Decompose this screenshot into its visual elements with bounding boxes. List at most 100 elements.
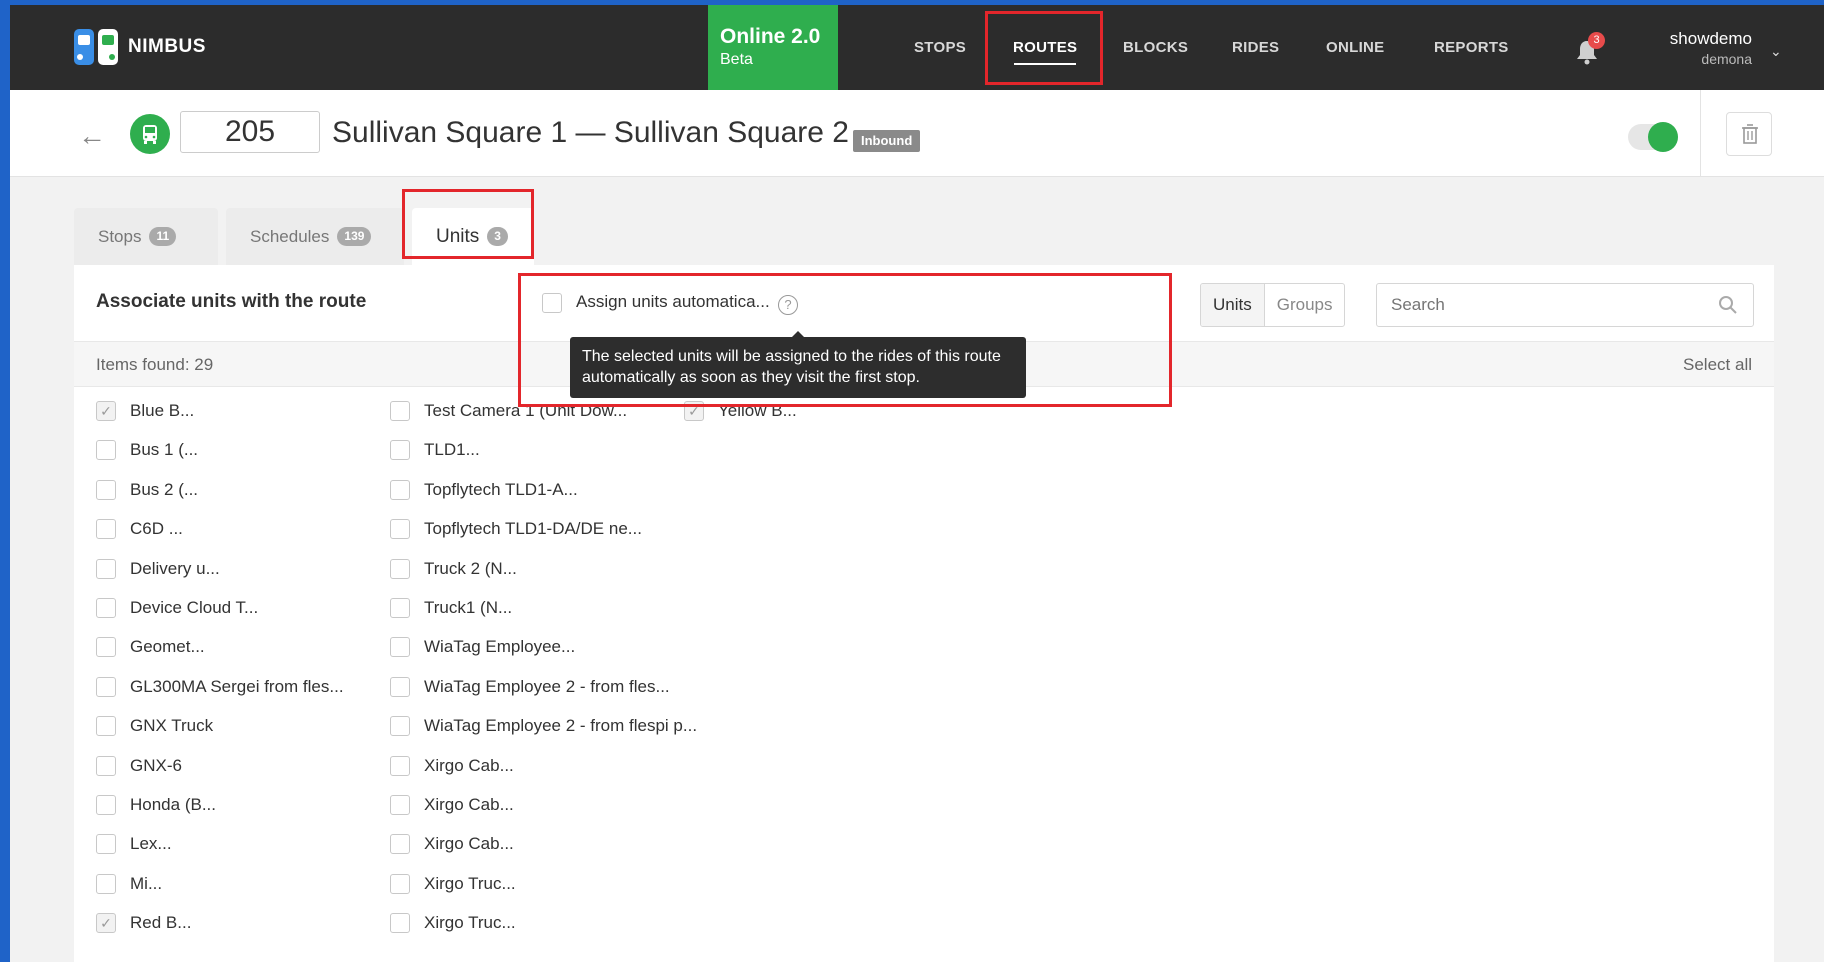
segment-groups[interactable]: Groups	[1265, 284, 1345, 326]
unit-checkbox[interactable]	[390, 716, 410, 737]
app-name: NIMBUS	[128, 36, 206, 57]
unit-checkbox[interactable]	[96, 913, 116, 934]
unit-list-item[interactable]: Mi...	[96, 873, 163, 894]
unit-name: WiaTag Employee 2 - from fles...	[424, 676, 670, 696]
unit-checkbox[interactable]	[390, 755, 410, 776]
bus-icon	[130, 114, 170, 154]
route-header: ← 205 Sullivan Square 1 — Sullivan Squar…	[10, 90, 1824, 177]
user-name: showdemo	[1669, 29, 1752, 48]
app-logo[interactable]: NIMBUS	[72, 23, 206, 71]
segment-units[interactable]: Units	[1201, 284, 1265, 326]
unit-name: Bus 2 (...	[130, 479, 199, 499]
route-number-field[interactable]: 205	[180, 111, 320, 153]
unit-name: Truck1 (N...	[424, 598, 513, 617]
online-subtitle: Beta	[720, 51, 753, 68]
unit-list-item[interactable]: Truck 2 (N...	[390, 558, 517, 579]
unit-list-item[interactable]: Honda (B...	[96, 795, 216, 815]
unit-checkbox[interactable]	[96, 834, 116, 855]
unit-checkbox[interactable]	[96, 637, 116, 658]
unit-list-item[interactable]: GNX-6	[96, 755, 182, 776]
auto-assign-highlight-box	[518, 273, 1172, 407]
header-divider	[1700, 90, 1701, 177]
unit-checkbox[interactable]	[390, 558, 410, 579]
unit-list-item[interactable]: Geomet...	[96, 637, 205, 658]
unit-checkbox[interactable]	[390, 676, 410, 697]
unit-checkbox[interactable]	[96, 676, 116, 697]
toggle-knob	[1648, 122, 1678, 152]
unit-list-item[interactable]: Xirgo Truc...	[390, 913, 516, 934]
nav-reports[interactable]: REPORTS	[1434, 39, 1509, 56]
panel-title: Associate units with the route	[96, 291, 367, 312]
unit-name: Xirgo Truc...	[424, 913, 516, 933]
unit-checkbox[interactable]	[390, 795, 410, 815]
delete-route-button[interactable]	[1726, 112, 1772, 156]
unit-checkbox[interactable]	[390, 873, 410, 894]
unit-list-item[interactable]: TLD1...	[390, 440, 480, 461]
back-arrow-icon[interactable]: ←	[78, 120, 106, 152]
unit-name: Topflytech TLD1-DA/DE ne...	[424, 519, 642, 539]
nav-blocks[interactable]: BLOCKS	[1123, 39, 1188, 56]
tab-stops[interactable]: Stops 11	[74, 208, 218, 265]
unit-checkbox[interactable]	[390, 519, 410, 540]
unit-list-item[interactable]: C6D ...	[96, 519, 183, 540]
unit-name: GL300MA Sergei from fles...	[130, 676, 344, 696]
unit-list-item[interactable]: Topflytech TLD1-DA/DE ne...	[390, 519, 642, 540]
unit-checkbox[interactable]	[390, 479, 410, 500]
unit-checkbox[interactable]	[96, 716, 116, 737]
unit-list-item[interactable]: GNX Truck	[96, 716, 213, 737]
unit-name: Geomet...	[130, 637, 205, 657]
unit-checkbox[interactable]	[96, 598, 116, 618]
nav-rides[interactable]: RIDES	[1232, 39, 1279, 56]
unit-name: Truck 2 (N...	[424, 558, 517, 578]
unit-checkbox[interactable]	[390, 401, 410, 421]
unit-list-item[interactable]: WiaTag Employee...	[390, 637, 576, 658]
unit-list-item[interactable]: Blue B...	[96, 401, 194, 421]
unit-list-item[interactable]: Device Cloud T...	[96, 598, 258, 618]
chevron-down-icon[interactable]: ⌄	[1770, 43, 1782, 60]
unit-list-item[interactable]: Xirgo Cab...	[390, 834, 514, 855]
unit-checkbox[interactable]	[96, 558, 116, 579]
unit-list-item[interactable]: Bus 1 (...	[96, 440, 198, 461]
unit-name: Delivery u...	[130, 558, 220, 578]
unit-checkbox[interactable]	[390, 834, 410, 855]
unit-checkbox[interactable]	[390, 440, 410, 461]
unit-list-item[interactable]: Truck1 (N...	[390, 598, 512, 618]
unit-checkbox[interactable]	[96, 401, 116, 421]
unit-list-item[interactable]: Xirgo Truc...	[390, 873, 516, 894]
unit-checkbox[interactable]	[96, 795, 116, 815]
unit-checkbox[interactable]	[96, 873, 116, 894]
unit-name: WiaTag Employee 2 - from flespi p...	[424, 716, 698, 736]
unit-name: WiaTag Employee...	[424, 637, 576, 657]
nav-online[interactable]: ONLINE	[1326, 39, 1384, 56]
unit-checkbox[interactable]	[96, 519, 116, 540]
unit-name: Honda (B...	[130, 795, 216, 814]
unit-name: Topflytech TLD1-A...	[424, 479, 578, 499]
unit-checkbox[interactable]	[390, 637, 410, 658]
unit-list-item[interactable]: Bus 2 (...	[96, 479, 199, 500]
unit-list-item[interactable]: Topflytech TLD1-A...	[390, 479, 578, 500]
unit-name: GNX-6	[130, 755, 182, 775]
search-input[interactable]	[1376, 283, 1754, 327]
unit-checkbox[interactable]	[390, 598, 410, 618]
unit-checkbox[interactable]	[96, 755, 116, 776]
app-frame: NIMBUS Online 2.0 Beta STOPS ROUTES BLOC…	[10, 5, 1824, 962]
unit-list-item[interactable]: GL300MA Sergei from fles...	[96, 676, 344, 697]
unit-checkbox[interactable]	[390, 913, 410, 934]
unit-list-item[interactable]: WiaTag Employee 2 - from fles...	[390, 676, 670, 697]
unit-list-item[interactable]: WiaTag Employee 2 - from flespi p...	[390, 716, 698, 737]
unit-name: Mi...	[130, 873, 163, 893]
unit-list-item[interactable]: Lex...	[96, 834, 172, 855]
tab-schedules[interactable]: Schedules 139	[226, 208, 404, 265]
online-2-link[interactable]: Online 2.0 Beta	[708, 5, 838, 90]
unit-checkbox[interactable]	[96, 440, 116, 461]
unit-list-item[interactable]: Delivery u...	[96, 558, 220, 579]
select-all-link[interactable]: Select all	[1683, 355, 1752, 375]
unit-list-item[interactable]: Xirgo Cab...	[390, 795, 514, 815]
user-menu[interactable]: showdemo demona	[1670, 29, 1752, 67]
unit-checkbox[interactable]	[96, 479, 116, 500]
route-enabled-toggle[interactable]	[1628, 122, 1678, 152]
unit-list-item[interactable]: Red B...	[96, 913, 191, 934]
unit-list-item[interactable]: Xirgo Cab...	[390, 755, 514, 776]
nav-stops[interactable]: STOPS	[914, 39, 966, 56]
nimbus-logo-icon	[74, 29, 118, 65]
